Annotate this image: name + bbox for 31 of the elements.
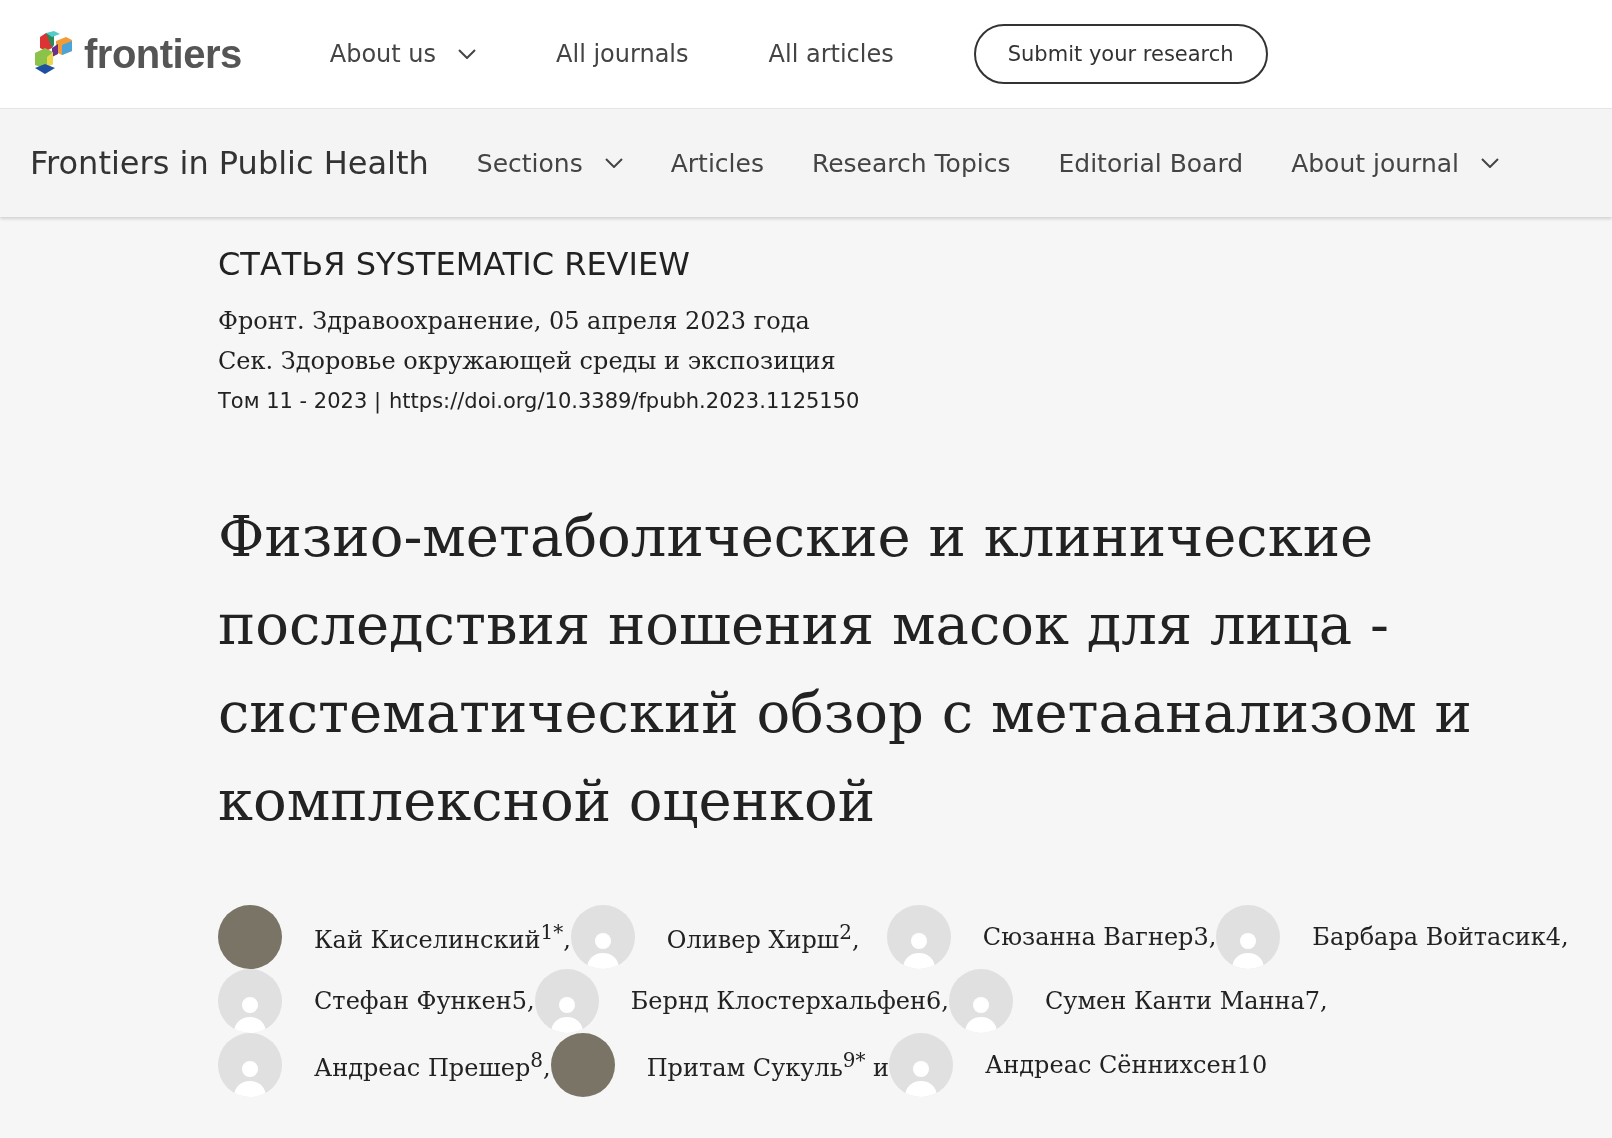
chevron-down-icon [1481,158,1500,168]
journal-nav-link[interactable]: Articles [670,148,764,178]
article-title: Физио-метаболические и клинические последствия ношения масок для лица - систематический обзор с метаанализом и комплексной оценкой [218,503,1473,835]
journal-title[interactable]: Frontiers in Public Health [30,144,429,182]
author-name[interactable]: Андреас Прешер$^{8}$, [314,1048,551,1082]
volume-text: Том 11 - 2023 | [218,388,382,416]
article-type: СТАТЬЯ SYSTEMATIC REVIEW [218,245,691,283]
author-name[interactable]: Сумен Канти Манна7, [1044,987,1328,1015]
journal-nav-link[interactable]: Research Topics [811,148,1011,178]
logo-icon [34,31,74,77]
author-name[interactable]: Сюзанна Вагнер3, [982,923,1217,951]
author-name[interactable]: Притам Сукуль$^{9*}$ и [646,1048,890,1082]
chevron-down-icon [604,158,623,168]
author-name[interactable]: Андреас Сённихсен10 [985,1051,1268,1079]
author-name[interactable]: Оливер Хирш$^{2}$, [666,920,887,954]
nav-link[interactable]: All journals [556,40,689,68]
author-name[interactable]: Барбара Войтасик4, [1312,923,1569,951]
chevron-down-icon [458,49,477,59]
author-name[interactable]: Кай Киселинский$^{1*}$, [314,920,571,954]
author-name[interactable]: Бернд Клостерхальфен6, [630,987,949,1015]
section-text: Сек. Здоровье окружающей среды и экспозиция [218,346,837,377]
nav-link[interactable]: About us [329,40,477,68]
journal-nav-link[interactable]: Editorial Board [1058,148,1244,178]
journal-nav-link[interactable]: Sections [476,148,623,178]
author-name[interactable]: Стефан Функен5, [314,987,535,1015]
submit-button[interactable]: Submit your research [973,24,1268,84]
logo-text[interactable]: frontiers [84,31,242,77]
journal-nav-link[interactable]: About journal [1291,148,1500,178]
nav-link[interactable]: All articles [768,40,894,68]
citation-text: Фронт. Здравоохранение, 05 апреля 2023 года [218,306,811,337]
doi-link[interactable]: https://doi.org/10.3389/fpubh.2023.1125150 [389,381,860,421]
